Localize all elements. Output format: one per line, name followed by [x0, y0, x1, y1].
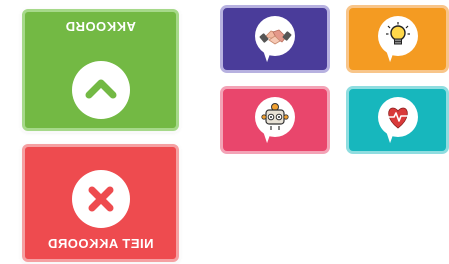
lightbulb-icon	[385, 22, 410, 45]
disagree-circle	[71, 170, 130, 228]
handshake-bubble	[255, 16, 295, 56]
robot-bubble	[255, 97, 295, 137]
handshake-icon	[259, 29, 292, 45]
tile-robot[interactable]	[220, 86, 330, 154]
lightbulb-bubble	[377, 16, 418, 56]
agree-label: AKKOORD	[65, 19, 136, 34]
tile-idea[interactable]	[346, 5, 449, 73]
close-x-icon	[88, 186, 113, 212]
disagree-label: NIET AKKOORD	[47, 236, 154, 251]
robot-icon	[261, 103, 289, 130]
chevron-up-icon	[85, 79, 116, 99]
tile-heart[interactable]	[346, 86, 449, 154]
agree-circle	[71, 61, 130, 119]
tile-handshake[interactable]	[220, 5, 330, 73]
disagree-card[interactable]: NIET AKKOORD	[22, 144, 179, 262]
heart-bubble	[377, 97, 418, 137]
heart-pulse-icon	[387, 107, 408, 129]
agree-card[interactable]: AKKOORD	[22, 9, 179, 131]
